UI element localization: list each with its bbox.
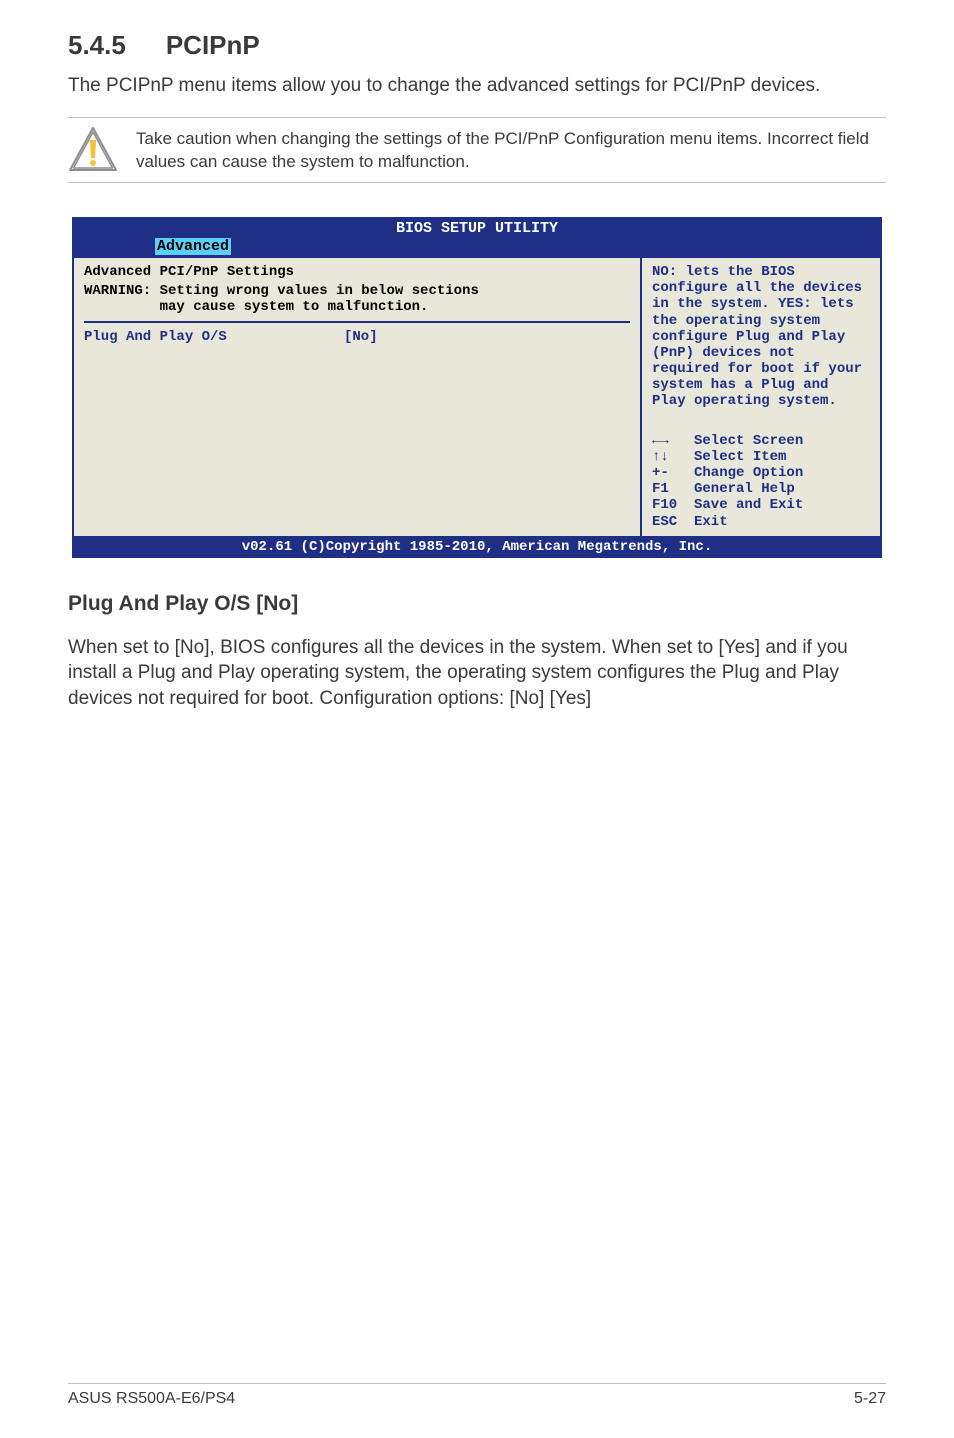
- section-title: PCIPnP: [166, 30, 260, 61]
- section-number: 5.4.5: [68, 30, 126, 61]
- bios-key-row: F10 Save and Exit: [652, 497, 870, 513]
- bios-setting-row: Plug And Play O/S [No]: [84, 329, 630, 345]
- bios-key-row: ←→ Select Screen: [652, 433, 870, 449]
- intro-paragraph: The PCIPnP menu items allow you to chang…: [68, 73, 886, 99]
- bios-right-pane: NO: lets the BIOS configure all the devi…: [642, 258, 880, 535]
- bios-title: BIOS SETUP UTILITY: [72, 217, 882, 239]
- bios-tab-bar: Advanced: [72, 238, 882, 258]
- bios-window: BIOS SETUP UTILITY Advanced Advanced PCI…: [72, 217, 882, 558]
- plug-section-body: When set to [No], BIOS configures all th…: [68, 635, 886, 712]
- bios-help-text: NO: lets the BIOS configure all the devi…: [652, 264, 870, 409]
- bios-footer: v02.61 (C)Copyright 1985-2010, American …: [72, 536, 882, 558]
- bios-tab-advanced[interactable]: Advanced: [155, 238, 231, 255]
- footer-left: ASUS RS500A-E6/PS4: [68, 1390, 235, 1408]
- section-heading: 5.4.5 PCIPnP: [68, 30, 886, 61]
- bios-key-row: ↑↓ Select Item: [652, 449, 870, 465]
- bios-setting-value[interactable]: [No]: [344, 329, 378, 345]
- bios-tab-label: Advanced: [157, 238, 229, 255]
- bios-left-heading: Advanced PCI/PnP Settings: [84, 264, 630, 280]
- bios-left-warning: WARNING: Setting wrong values in below s…: [84, 283, 630, 323]
- bios-setting-label: Plug And Play O/S: [84, 329, 344, 345]
- bios-body: Advanced PCI/PnP Settings WARNING: Setti…: [72, 258, 882, 535]
- bios-key-row: +- Change Option: [652, 465, 870, 481]
- bios-key-row: ESC Exit: [652, 514, 870, 530]
- bios-left-pane: Advanced PCI/PnP Settings WARNING: Setti…: [74, 258, 642, 535]
- caution-text: Take caution when changing the settings …: [136, 126, 886, 174]
- page-footer: ASUS RS500A-E6/PS4 5-27: [68, 1383, 886, 1408]
- caution-box: Take caution when changing the settings …: [68, 117, 886, 183]
- bios-key-hints: ←→ Select Screen ↑↓ Select Item +- Chang…: [652, 433, 870, 530]
- bios-key-row: F1 General Help: [652, 481, 870, 497]
- plug-section-heading: Plug And Play O/S [No]: [68, 592, 886, 616]
- footer-right: 5-27: [854, 1390, 886, 1408]
- warning-icon: [68, 126, 118, 172]
